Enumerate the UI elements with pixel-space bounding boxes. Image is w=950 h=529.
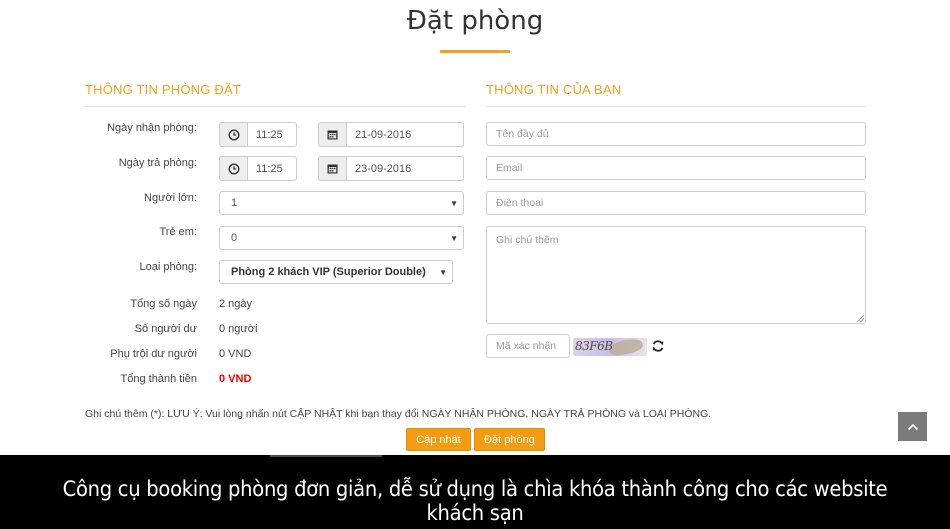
update-button[interactable]: Cập nhật bbox=[406, 428, 471, 451]
dropdown-arrow-icon: ▼ bbox=[450, 234, 458, 243]
footer-note: Ghi chú thêm (*): LƯU Ý: Vui lòng nhấn n… bbox=[85, 408, 712, 420]
checkout-date-addon bbox=[318, 156, 346, 181]
captcha-noise bbox=[607, 338, 645, 356]
checkout-time-input[interactable]: 11:25 bbox=[247, 156, 297, 181]
calendar-icon bbox=[327, 130, 338, 140]
full-name-input[interactable]: Tên đầy đủ bbox=[486, 122, 866, 146]
adults-select-value: 1 bbox=[231, 197, 238, 209]
total-days-label: Tổng số ngày bbox=[130, 298, 197, 310]
checkin-date-addon bbox=[318, 122, 346, 147]
children-select[interactable]: 0 ▼ bbox=[219, 226, 464, 250]
email-input[interactable]: Email bbox=[486, 156, 866, 180]
children-select-value: 0 bbox=[231, 232, 238, 244]
guest-info-divider bbox=[486, 106, 866, 107]
total-amount-value: 0 VND bbox=[219, 373, 252, 385]
dropdown-arrow-icon: ▼ bbox=[450, 199, 458, 208]
adults-label: Người lớn: bbox=[144, 192, 197, 204]
title-underline bbox=[440, 50, 510, 53]
room-type-select[interactable]: Phòng 2 khách VIP (Superior Double) ▼ bbox=[219, 260, 453, 284]
extra-guests-label: Số người dư bbox=[134, 323, 197, 335]
notes-placeholder: Ghi chú thêm bbox=[496, 234, 559, 246]
checkout-time-addon bbox=[219, 156, 247, 181]
captcha-input[interactable]: Mã xác nhận bbox=[486, 334, 570, 358]
extra-charge-value: 0 VND bbox=[219, 348, 252, 360]
extra-charge-label: Phụ trội dư người bbox=[110, 348, 197, 360]
total-days-value: 2 ngày bbox=[219, 298, 253, 310]
refresh-captcha-button[interactable] bbox=[651, 339, 665, 353]
resize-handle[interactable] bbox=[857, 315, 864, 322]
captcha-text: 83F6B bbox=[575, 339, 613, 353]
caption-text: Công cụ booking phòng đơn giản, dễ sử dụ… bbox=[62, 477, 888, 525]
extra-guests-value: 0 người bbox=[219, 323, 258, 335]
checkin-date-input[interactable]: 21-09-2016 bbox=[346, 122, 464, 147]
children-label: Trẻ em: bbox=[159, 226, 198, 238]
banner-divider bbox=[270, 455, 382, 457]
room-type-select-value: Phòng 2 khách VIP (Superior Double) bbox=[231, 266, 426, 278]
checkout-date-input[interactable]: 23-09-2016 bbox=[346, 156, 464, 181]
chevron-up-icon bbox=[907, 423, 918, 430]
checkin-time-input[interactable]: 11:25 bbox=[247, 122, 297, 147]
checkin-time-addon bbox=[219, 122, 247, 147]
book-button[interactable]: Đặt phòng bbox=[474, 428, 545, 451]
total-amount-label: Tổng thành tiền bbox=[120, 373, 197, 385]
clock-icon bbox=[227, 128, 240, 141]
clock-icon bbox=[227, 162, 240, 175]
notes-textarea[interactable]: Ghi chú thêm bbox=[486, 226, 866, 324]
dropdown-arrow-icon: ▼ bbox=[439, 268, 447, 277]
calendar-icon bbox=[327, 164, 338, 174]
captcha-image: 83F6B bbox=[573, 338, 647, 356]
refresh-icon bbox=[652, 340, 664, 352]
back-to-top-button[interactable] bbox=[898, 412, 927, 441]
phone-input[interactable]: Điện thoại bbox=[486, 191, 866, 215]
room-info-divider bbox=[85, 106, 465, 107]
checkout-label: Ngày trả phòng: bbox=[118, 157, 197, 169]
page-title: Đặt phòng bbox=[406, 6, 544, 36]
room-info-heading: THÔNG TIN PHÒNG ĐẶT bbox=[85, 82, 241, 97]
checkin-label: Ngày nhận phòng: bbox=[107, 122, 197, 134]
adults-select[interactable]: 1 ▼ bbox=[219, 191, 464, 215]
room-type-label: Loại phòng: bbox=[139, 261, 198, 273]
guest-info-heading: THÔNG TIN CỦA BẠN bbox=[486, 82, 622, 97]
